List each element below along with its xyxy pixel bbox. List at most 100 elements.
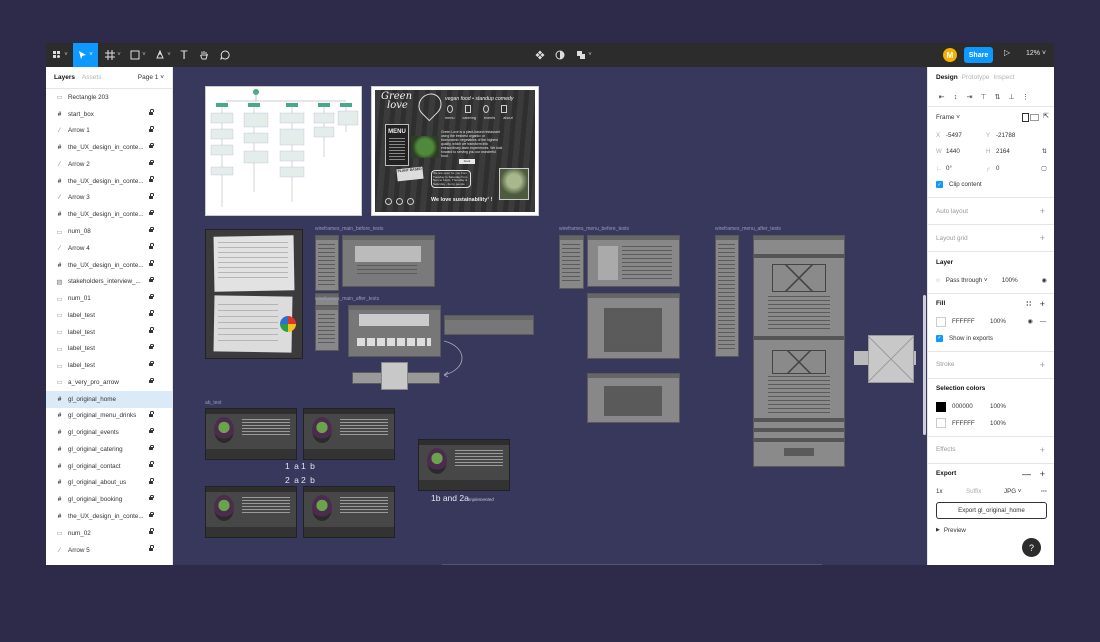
preview-toggle[interactable]: Preview <box>944 527 966 534</box>
wireframe-main-before-desktop[interactable] <box>342 235 435 287</box>
wireframe-menu-snacks[interactable] <box>587 373 680 423</box>
add-export-icon[interactable]: + <box>1040 469 1045 479</box>
layer-item[interactable]: ▭ Rectangle 203 <box>46 89 172 106</box>
align-left-icon[interactable]: ⇤ <box>936 93 947 102</box>
moodboard-frame[interactable]: Green love vegan food • standup comedy me… <box>371 86 539 216</box>
expand-preview-icon[interactable]: ▶ <box>936 527 940 533</box>
blend-mode-dropdown[interactable]: Pass through ˅ <box>946 277 1002 284</box>
add-stroke-icon[interactable]: + <box>1040 360 1045 370</box>
frame-preset-dropdown[interactable]: Frame ˅ ⇱ <box>928 107 1054 127</box>
layer-item[interactable]: # gl_original_catering <box>46 441 172 458</box>
help-button[interactable]: ? <box>1022 538 1041 557</box>
layer-item[interactable]: ▭ label_test <box>46 307 172 324</box>
wireframe-menu-after-desktop[interactable] <box>753 235 845 467</box>
lock-icon[interactable] <box>149 243 154 249</box>
page-selector[interactable]: Page 1 ˅ <box>138 74 164 81</box>
tab-design[interactable]: Design <box>936 74 958 81</box>
selection-color-hex[interactable]: 000000 <box>952 403 990 410</box>
landscape-icon[interactable] <box>1030 114 1039 121</box>
height-field[interactable]: 2164 <box>996 148 1036 155</box>
ab-test-combined[interactable] <box>418 439 510 491</box>
resize-to-fit-icon[interactable]: ⇱ <box>1043 112 1049 120</box>
lock-icon[interactable] <box>149 461 154 467</box>
x-field[interactable]: -5497 <box>946 132 986 139</box>
radius-field[interactable]: 0 <box>996 165 1036 172</box>
align-bottom-icon[interactable]: ⊥ <box>1006 93 1017 102</box>
hand-tool-button[interactable] <box>196 43 212 67</box>
layer-item[interactable]: # gl_original_contact <box>46 458 172 475</box>
layer-item[interactable]: # gl_original_events <box>46 424 172 441</box>
lock-icon[interactable] <box>149 545 154 551</box>
main-menu-button[interactable]: ˅ <box>49 43 71 67</box>
layer-item[interactable]: # the_UX_design_in_conte... <box>46 139 172 156</box>
lock-icon[interactable] <box>149 427 154 434</box>
ab-test-2a[interactable] <box>205 486 297 538</box>
layer-item[interactable]: ∕ Arrow 3 <box>46 190 172 207</box>
lock-icon[interactable] <box>149 226 154 233</box>
lock-icon[interactable] <box>149 142 154 149</box>
layer-item[interactable]: # gl_original_menu_drinks <box>46 408 172 425</box>
layer-item[interactable]: ∕ Arrow 1 <box>46 123 172 140</box>
scrollbar[interactable] <box>923 295 926 435</box>
tab-assets[interactable]: Assets <box>82 74 102 81</box>
layer-item[interactable]: ▭ label_test <box>46 357 172 374</box>
fill-swatch[interactable] <box>936 316 946 327</box>
ab-test-2b[interactable] <box>303 486 395 538</box>
lock-icon[interactable] <box>149 109 154 115</box>
export-scale[interactable]: 1x <box>936 488 966 495</box>
stakeholder-interview-photo[interactable] <box>205 229 303 359</box>
portrait-icon[interactable] <box>1022 113 1029 122</box>
layer-item[interactable]: ▭ num_08 <box>46 223 172 240</box>
ab-test-1b[interactable] <box>303 408 395 460</box>
distribute-icon[interactable]: ⋮ <box>1020 93 1031 102</box>
align-center-h-icon[interactable]: ↕ <box>950 93 961 102</box>
component-button[interactable] <box>532 43 548 67</box>
lock-icon[interactable] <box>149 310 154 316</box>
wireframe-main-after-mobile[interactable] <box>315 305 339 351</box>
text-tool-button[interactable]: T <box>177 43 191 67</box>
selection-color-swatch[interactable] <box>936 401 946 412</box>
wireframe-menu-starters[interactable] <box>587 293 680 359</box>
layer-item[interactable]: ▨ stakeholders_interview_... <box>46 273 172 290</box>
canvas[interactable]: Green love vegan food • standup comedy me… <box>172 67 927 565</box>
export-format-dropdown[interactable]: JPG ˅ <box>1004 488 1021 495</box>
layer-item[interactable]: ∕ Arrow 2 <box>46 156 172 173</box>
user-flow-frame[interactable] <box>205 86 362 216</box>
tab-prototype[interactable]: Prototype <box>962 74 990 81</box>
move-tool-button[interactable]: ˅ <box>73 43 98 67</box>
independent-corners-icon[interactable]: ▢ <box>1041 165 1047 172</box>
lock-icon[interactable] <box>149 276 154 283</box>
avatar[interactable]: M <box>943 48 957 62</box>
layer-item[interactable]: # the_UX_design_in_conte... <box>46 508 172 525</box>
wireframe-main-after-tablet[interactable] <box>444 315 534 335</box>
wireframe-main-after-desktop[interactable] <box>348 305 441 357</box>
boolean-ops-button[interactable]: ˅ <box>573 43 595 67</box>
rotation-field[interactable]: 0° <box>946 165 986 172</box>
lock-icon[interactable] <box>149 411 154 417</box>
layer-item[interactable]: # gl_original_about_us <box>46 475 172 492</box>
lock-icon[interactable] <box>149 444 154 451</box>
fill-hex-field[interactable]: FFFFFF <box>952 318 990 325</box>
fill-visibility-icon[interactable]: ◉ <box>1028 318 1033 325</box>
align-middle-icon[interactable]: ⇅ <box>992 93 1003 102</box>
lock-icon[interactable] <box>149 360 154 367</box>
frame-tool-button[interactable]: ˅ <box>102 43 124 67</box>
lock-icon[interactable] <box>149 126 154 132</box>
layer-opacity-field[interactable]: 100% <box>1002 277 1018 284</box>
pen-tool-button[interactable]: ˅ <box>152 43 174 67</box>
add-fill-icon[interactable]: + <box>1040 299 1045 309</box>
lock-icon[interactable] <box>149 511 154 518</box>
layer-item[interactable]: ▭ num_01 <box>46 290 172 307</box>
clip-content-checkbox[interactable]: ✓ <box>936 181 943 189</box>
lock-icon[interactable] <box>149 478 154 484</box>
y-field[interactable]: -21788 <box>996 132 1036 139</box>
layer-item[interactable]: ∕ Arrow 4 <box>46 240 172 257</box>
remove-export-icon[interactable]: — <box>1022 469 1031 479</box>
image-placeholder-large[interactable] <box>868 335 914 383</box>
mask-button[interactable] <box>552 43 568 67</box>
layer-item[interactable]: # gl_original_home <box>46 390 172 408</box>
layer-item[interactable]: ▭ label_test <box>46 340 172 357</box>
layer-item[interactable]: # the_UX_design_in_conte... <box>46 173 172 190</box>
selection-color-swatch[interactable] <box>936 418 946 429</box>
lock-icon[interactable] <box>149 343 154 350</box>
